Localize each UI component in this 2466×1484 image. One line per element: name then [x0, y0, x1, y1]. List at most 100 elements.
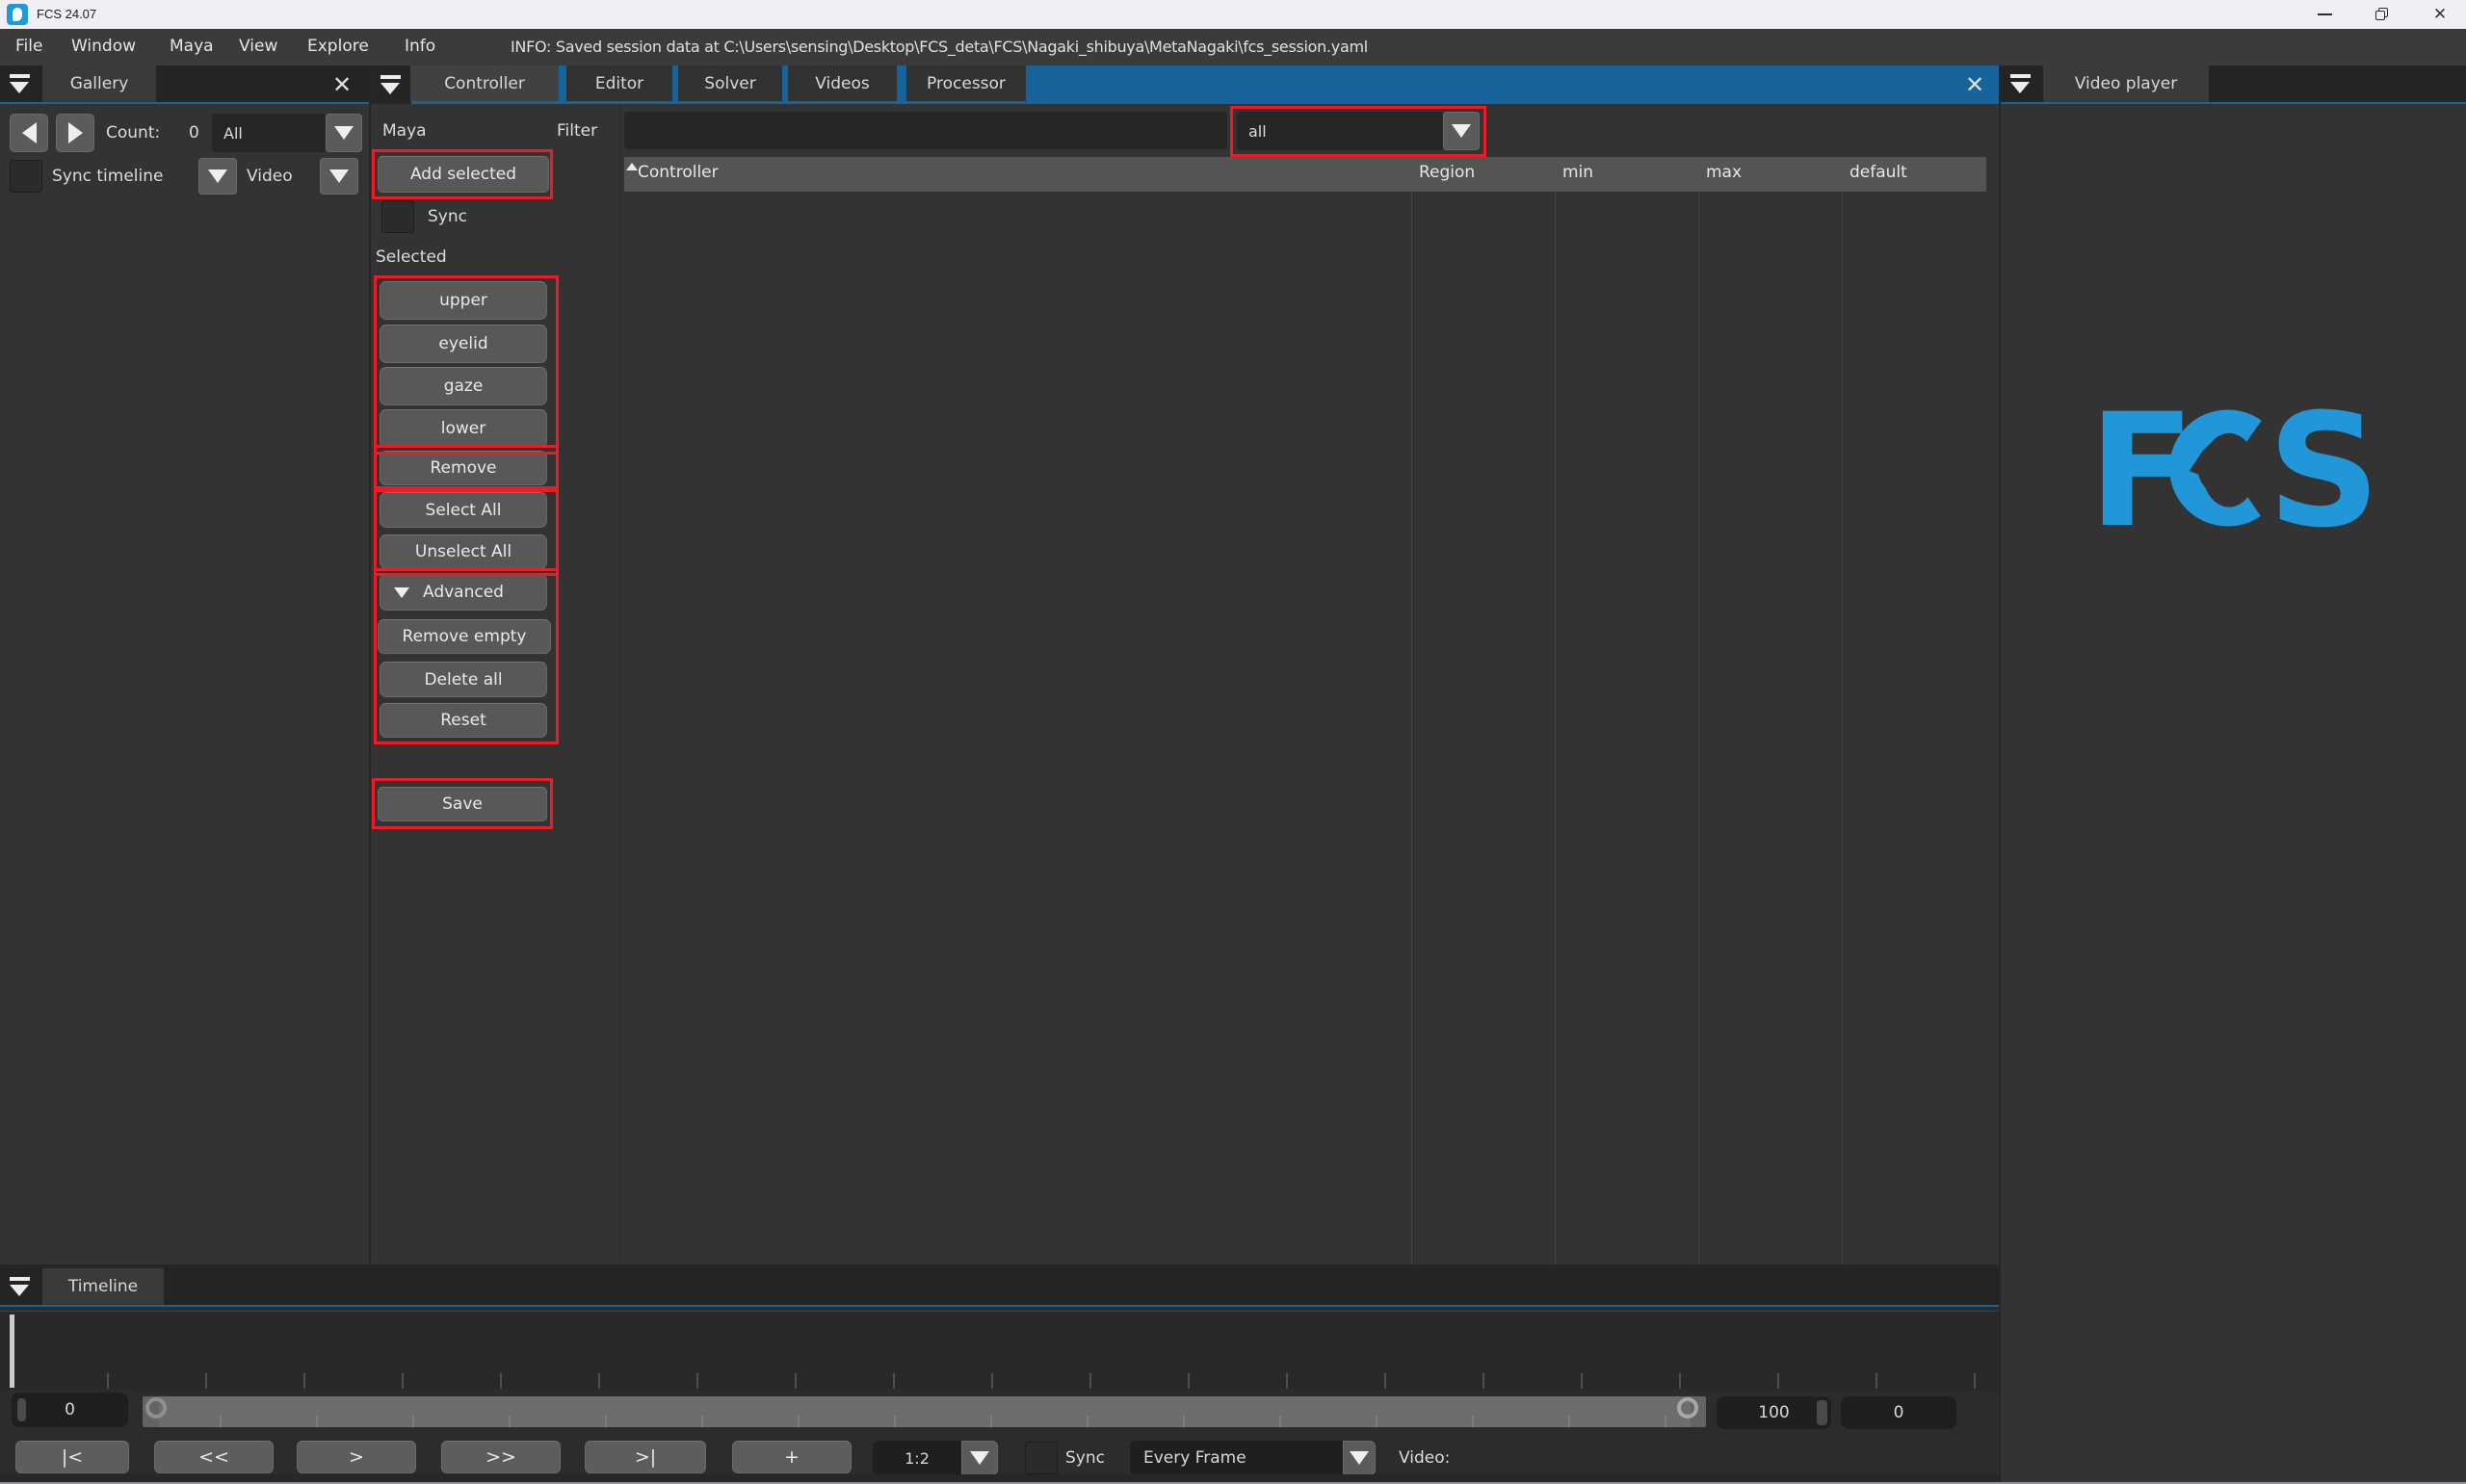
timeline-panel: Timeline 0 100 0 |< << > >> >| + 1:2 Syn… [0, 1268, 1999, 1482]
column-header-min[interactable]: min [1562, 163, 1593, 182]
advanced-toggle-button[interactable]: Advanced [380, 574, 547, 611]
region-button-eyelid[interactable]: eyelid [380, 325, 547, 363]
gallery-close-icon[interactable]: ✕ [326, 69, 358, 100]
playback-mode-dropdown-button[interactable] [1343, 1441, 1376, 1475]
menu-info[interactable]: Info [405, 37, 435, 56]
timeline-ruler[interactable] [0, 1311, 1999, 1390]
gallery-tab[interactable]: Gallery [42, 65, 156, 102]
maya-label: Maya [382, 120, 427, 141]
video-player-panel: Video player F S [2001, 65, 2466, 1482]
app-icon [7, 4, 28, 25]
table-header: Controller Region min max default [624, 157, 1986, 192]
delete-all-button[interactable]: Delete all [380, 662, 547, 697]
panel-menu-icon[interactable] [2009, 73, 2033, 94]
chevron-down-icon [334, 126, 354, 140]
tab-controller[interactable]: Controller [410, 65, 559, 101]
sync-timeline-checkbox[interactable] [10, 160, 42, 193]
close-window-icon: ✕ [2432, 5, 2448, 24]
panel-menu-icon[interactable] [9, 1276, 32, 1297]
controller-close-icon[interactable]: ✕ [1958, 69, 1991, 100]
table-left-edge [620, 104, 621, 1264]
region-button-lower[interactable]: lower [380, 409, 547, 448]
gallery-prev-button[interactable] [10, 114, 48, 152]
panel-menu-icon[interactable] [9, 73, 32, 94]
playhead[interactable] [10, 1315, 14, 1388]
svg-text:S: S [2268, 397, 2380, 539]
playback-mode-box[interactable]: Every Frame [1130, 1441, 1343, 1475]
play-button[interactable]: > [297, 1441, 416, 1473]
gallery-range-select[interactable]: All [212, 114, 326, 152]
frame-offset-box[interactable]: 0 [1841, 1396, 1956, 1429]
go-to-end-button[interactable]: >| [585, 1441, 706, 1473]
chevron-down-icon [1452, 124, 1471, 138]
timeline-sync-checkbox[interactable] [1025, 1442, 1058, 1474]
frame-range-slider[interactable] [143, 1396, 1706, 1427]
step-ratio-dropdown-button[interactable] [961, 1441, 998, 1475]
region-filter-dropdown-button[interactable] [1443, 112, 1480, 150]
timeline-tab[interactable]: Timeline [42, 1268, 164, 1305]
chevron-down-icon [208, 169, 227, 183]
filter-input[interactable] [624, 112, 1227, 149]
region-button-upper[interactable]: upper [380, 281, 547, 320]
add-key-button[interactable]: + [732, 1441, 852, 1473]
unselect-all-button[interactable]: Unselect All [380, 534, 547, 569]
slider-handle-right[interactable] [1677, 1397, 1698, 1419]
menu-window[interactable]: Window [71, 37, 136, 56]
frame-start-box[interactable]: 0 [12, 1393, 128, 1427]
column-header-default[interactable]: default [1850, 163, 1907, 182]
gallery-range-dropdown-button[interactable] [326, 114, 362, 152]
spin-handle[interactable] [17, 1398, 26, 1421]
sync-checkbox[interactable] [381, 200, 414, 233]
gallery-panel: Gallery ✕ Count: 0 All Sync timeline Vid… [0, 65, 369, 1264]
menu-file[interactable]: File [15, 37, 42, 56]
chevron-down-icon [394, 586, 409, 598]
controller-panel: Controller Editor Solver Videos Processo… [371, 65, 1999, 1264]
menu-explore[interactable]: Explore [307, 37, 369, 56]
head-silhouette-icon [2202, 432, 2257, 508]
count-value: 0 [189, 123, 199, 143]
sync-timeline-label: Sync timeline [52, 167, 164, 186]
step-forward-button[interactable]: >> [441, 1441, 561, 1473]
controller-header: Controller Editor Solver Videos Processo… [371, 65, 1999, 104]
step-ratio-value: 1:2 [905, 1448, 930, 1468]
video-dropdown-button[interactable] [320, 158, 358, 195]
reset-button[interactable]: Reset [380, 703, 547, 738]
chevron-down-icon [1350, 1451, 1369, 1465]
region-filter-select[interactable]: all [1237, 112, 1443, 150]
window-title: FCS 24.07 [37, 7, 97, 21]
spin-handle[interactable] [1817, 1400, 1827, 1425]
timeline-sync-label: Sync [1065, 1448, 1105, 1468]
minimize-button[interactable] [2300, 0, 2348, 29]
add-selected-button[interactable]: Add selected [378, 156, 549, 193]
table-column-separator [1842, 192, 1843, 1264]
tab-solver[interactable]: Solver [678, 65, 782, 101]
close-window-button[interactable]: ✕ [2416, 0, 2464, 29]
tab-editor[interactable]: Editor [566, 65, 672, 101]
video-player-tab[interactable]: Video player [2043, 65, 2209, 102]
column-header-controller[interactable]: Controller [638, 163, 719, 182]
slider-handle-left[interactable] [145, 1397, 167, 1419]
tab-processor[interactable]: Processor [906, 65, 1026, 101]
gallery-next-button[interactable] [56, 114, 94, 152]
region-button-gaze[interactable]: gaze [380, 367, 547, 405]
save-button[interactable]: Save [378, 787, 547, 821]
frame-end-box[interactable]: 100 [1717, 1396, 1831, 1429]
sync-timeline-dropdown-button[interactable] [198, 158, 237, 195]
remove-button[interactable]: Remove [380, 451, 547, 485]
menu-maya[interactable]: Maya [170, 37, 214, 56]
go-to-start-button[interactable]: |< [15, 1441, 129, 1473]
slider-ticks [220, 1416, 1703, 1427]
restore-button[interactable] [2358, 0, 2406, 29]
tab-videos[interactable]: Videos [788, 65, 897, 101]
select-all-button[interactable]: Select All [380, 492, 547, 528]
frame-end-value: 100 [1758, 1403, 1790, 1422]
video-player-header: Video player [2001, 65, 2466, 104]
step-back-button[interactable]: << [154, 1441, 274, 1473]
remove-empty-button[interactable]: Remove empty [378, 619, 551, 654]
panel-menu-box[interactable] [371, 65, 411, 104]
step-ratio-box[interactable]: 1:2 [873, 1441, 961, 1475]
column-header-region[interactable]: Region [1419, 163, 1475, 182]
menu-view[interactable]: View [239, 37, 277, 56]
column-header-max[interactable]: max [1706, 163, 1742, 182]
sort-ascending-icon[interactable] [626, 163, 638, 170]
